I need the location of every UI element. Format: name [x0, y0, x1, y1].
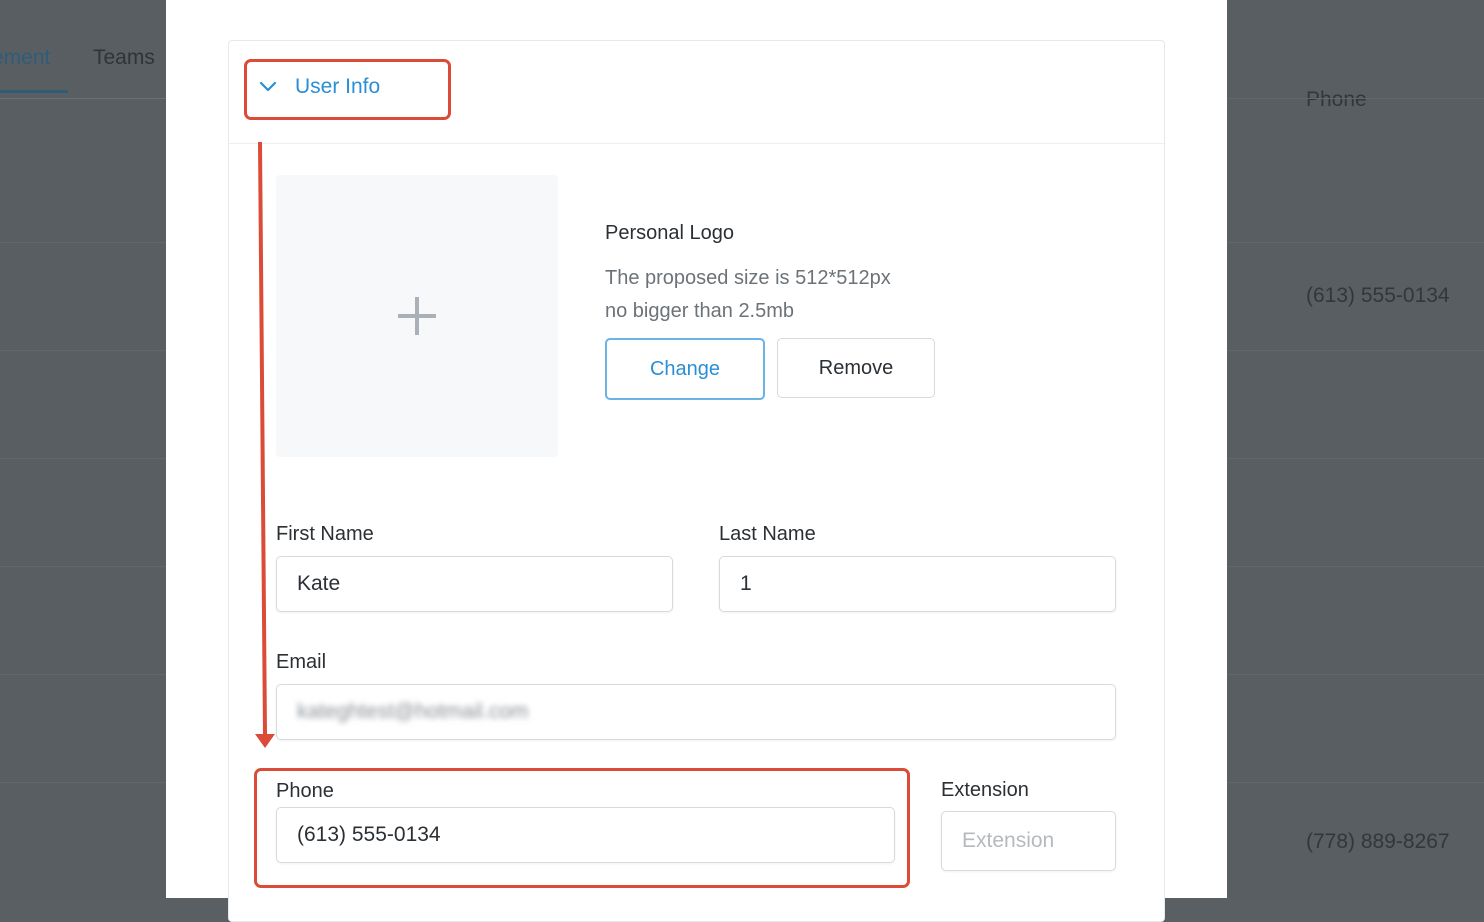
remove-logo-button[interactable]: Remove [777, 338, 935, 398]
logo-size-hint: The proposed size is 512*512px no bigger… [605, 262, 891, 328]
extension-label: Extension [941, 779, 1029, 801]
row-divider [1227, 782, 1484, 783]
row-divider [1227, 674, 1484, 675]
email-field[interactable]: kateghtest@hotmail.com [276, 684, 1116, 740]
row-divider [0, 782, 166, 783]
table-cell-phone: (778) 889-8267 [1306, 830, 1450, 853]
logo-hint-line: The proposed size is 512*512px [605, 267, 891, 289]
last-name-value: 1 [740, 572, 752, 595]
first-name-label: First Name [276, 523, 374, 545]
email-value: kateghtest@hotmail.com [297, 700, 529, 723]
last-name-field[interactable]: 1 [719, 556, 1116, 612]
table-cell-phone: (613) 555-0134 [1306, 284, 1450, 307]
tab-management[interactable]: ement [0, 46, 50, 70]
background-tab-bar: ement Teams [0, 0, 166, 99]
phone-column-header: Phone [1306, 88, 1367, 111]
row-divider [0, 458, 166, 459]
row-divider [1227, 566, 1484, 567]
active-tab-indicator [0, 90, 68, 93]
row-divider [0, 242, 166, 243]
row-divider [0, 566, 166, 567]
first-name-field[interactable]: Kate [276, 556, 673, 612]
row-divider [1227, 242, 1484, 243]
row-divider [0, 674, 166, 675]
email-label: Email [276, 651, 327, 673]
row-divider [0, 350, 166, 351]
extension-field[interactable]: Extension [941, 811, 1116, 871]
edit-user-modal: User Info Personal Logo The proposed siz… [166, 0, 1227, 922]
extension-placeholder: Extension [962, 829, 1055, 852]
change-logo-button[interactable]: Change [605, 338, 765, 400]
row-divider [1227, 98, 1484, 99]
tab-teams[interactable]: Teams [93, 46, 155, 70]
personal-logo-title: Personal Logo [605, 222, 734, 244]
background-table-column: Phone (613) 555-0134 (778) 889-8267 [1227, 0, 1484, 898]
logo-upload-area[interactable] [276, 175, 558, 457]
annotation-highlight-user-info [244, 59, 451, 120]
row-divider [1227, 350, 1484, 351]
annotation-highlight-phone [254, 768, 910, 888]
last-name-label: Last Name [719, 523, 816, 545]
annotation-arrow-icon [255, 142, 275, 748]
row-divider [1227, 458, 1484, 459]
plus-icon [398, 297, 436, 335]
logo-hint-line: no bigger than 2.5mb [605, 300, 795, 322]
first-name-value: Kate [297, 572, 341, 595]
